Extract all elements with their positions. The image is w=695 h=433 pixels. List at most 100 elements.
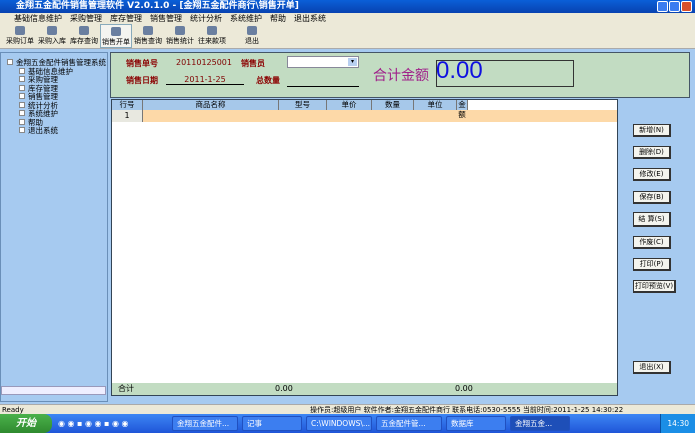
taskbar-item[interactable]: 金翔五金配件... [172, 416, 238, 431]
sales-form: 销售单号 20110125001 销售员 ▾ 销售日期 2011-1-25 总数… [110, 52, 690, 98]
toolbar-label: 销售开单 [102, 38, 130, 46]
toolbar-button[interactable]: 采购订单 [4, 24, 36, 48]
start-button[interactable]: 开始 [0, 414, 52, 433]
system-tray: 14:30 [660, 414, 695, 433]
toolbar-button[interactable]: 销售统计 [164, 24, 196, 48]
menu-item[interactable]: 采购管理 [70, 13, 102, 24]
taskbar-item[interactable]: 五金配件管... [376, 416, 442, 431]
doc-icon [19, 93, 25, 99]
menu-item[interactable]: 帮助 [270, 13, 286, 24]
row-number: 1 [112, 110, 143, 122]
toolbar-label: 采购订单 [6, 37, 34, 45]
clock: 14:30 [667, 419, 689, 428]
doc-icon [19, 67, 25, 74]
date-label: 销售日期 [126, 76, 158, 85]
qty-label: 总数量 [256, 76, 280, 85]
title-bar: 金翔五金配件销售管理软件 V2.0.1.0 - [金翔五金配件商行\销售开单] [0, 0, 695, 13]
column-header[interactable]: 型号 [279, 100, 327, 110]
add-button[interactable]: 新增(N) [633, 124, 671, 137]
checkout-button[interactable]: 结 算(S) [633, 212, 671, 227]
order-no-value: 20110125001 [176, 58, 232, 67]
nav-tree-panel: 金翔五金配件销售管理系统 基础信息维护 采购管理 库存管理 销售管理 统计分析 … [0, 52, 108, 402]
column-header[interactable]: 单价 [327, 100, 372, 110]
close-button[interactable] [681, 1, 692, 12]
cell[interactable] [143, 110, 617, 122]
doc-icon [19, 84, 25, 91]
void-button[interactable]: 作废(C) [633, 236, 671, 249]
chevron-down-icon: ▾ [348, 58, 357, 66]
taskbar-item[interactable]: 记事 [242, 416, 302, 431]
exit-icon [247, 26, 257, 35]
print-preview-button[interactable]: 打印预览(V) [633, 280, 676, 293]
salesman-select[interactable]: ▾ [287, 56, 359, 68]
tree-item[interactable]: 系统维护 [7, 109, 107, 119]
folder-icon [7, 59, 13, 65]
menu-item[interactable]: 基础信息维护 [14, 13, 62, 24]
toolbar: 采购订单 采购入库 库存查询 销售开单 销售查询 销售统计 往来款项 退出 [0, 24, 695, 49]
date-value[interactable]: 2011-1-25 [166, 75, 244, 85]
column-header[interactable]: 单位 [414, 100, 457, 110]
tool-icon [175, 26, 185, 35]
grid-footer: 合计 0.00 0.00 [112, 383, 617, 395]
maximize-button[interactable] [669, 1, 680, 12]
sales-grid[interactable]: 行号 商品名称 型号 单价 数量 单位 金额 1 [111, 99, 618, 396]
quick-launch[interactable]: ◉ ◉ ▪ ◉ ◉ ▪ ◉ ◉ [58, 419, 168, 428]
salesman-label: 销售员 [241, 59, 265, 68]
menu-item[interactable]: 退出系统 [294, 13, 326, 24]
column-header[interactable]: 行号 [112, 100, 143, 110]
edit-button[interactable]: 修改(E) [633, 168, 671, 181]
total-amount: 0.00 [436, 57, 483, 84]
menu-item[interactable]: 系统维护 [230, 13, 262, 24]
tool-icon [79, 26, 89, 35]
menu-item[interactable]: 销售管理 [150, 13, 182, 24]
toolbar-button[interactable]: 销售查询 [132, 24, 164, 48]
save-button[interactable]: 保存(B) [633, 191, 671, 204]
grid-header: 行号 商品名称 型号 单价 数量 单位 金额 [112, 100, 468, 119]
tool-icon [111, 27, 121, 36]
toolbar-button[interactable]: 库存查询 [68, 24, 100, 48]
qty-value [287, 75, 359, 87]
footer-amount: 0.00 [455, 384, 473, 393]
action-panel: 新增(N) 删除(D) 修改(E) 保存(B) 结 算(S) 作废(C) 打印(… [620, 98, 695, 402]
total-label: 合计金额 [373, 68, 429, 84]
horizontal-scrollbar[interactable] [1, 386, 106, 395]
doc-icon [19, 127, 25, 133]
delete-button[interactable]: 删除(D) [633, 146, 671, 159]
tool-icon [47, 26, 57, 35]
minimize-button[interactable] [657, 1, 668, 12]
menu-item[interactable]: 库存管理 [110, 13, 142, 24]
toolbar-button[interactable]: 销售开单 [100, 24, 132, 48]
toolbar-label: 退出 [245, 37, 259, 45]
doc-icon [19, 110, 25, 116]
doc-icon [19, 76, 25, 82]
taskbar-item[interactable]: 数据库 [446, 416, 506, 431]
column-header[interactable]: 数量 [372, 100, 414, 110]
doc-icon [19, 118, 25, 125]
column-header[interactable]: 金额 [457, 100, 468, 119]
toolbar-label: 采购入库 [38, 37, 66, 45]
taskbar: 开始 ◉ ◉ ▪ ◉ ◉ ▪ ◉ ◉ 金翔五金配件... 记事 C:\WINDO… [0, 414, 695, 433]
toolbar-button[interactable]: 采购入库 [36, 24, 68, 48]
order-no-label: 销售单号 [126, 59, 158, 68]
print-button[interactable]: 打印(P) [633, 258, 671, 271]
toolbar-button[interactable]: 退出 [236, 24, 268, 48]
toolbar-label: 销售查询 [134, 37, 162, 45]
toolbar-label: 库存查询 [70, 37, 98, 45]
menu-item[interactable]: 统计分析 [190, 13, 222, 24]
taskbar-item[interactable]: 金翔五金... [510, 416, 570, 431]
footer-label: 合计 [118, 384, 134, 393]
exit-button[interactable]: 退出(X) [633, 361, 671, 374]
toolbar-label: 往来款项 [198, 37, 226, 45]
toolbar-label: 销售统计 [166, 37, 194, 45]
footer-qty: 0.00 [275, 384, 293, 393]
menu-bar: 基础信息维护 采购管理 库存管理 销售管理 统计分析 系统维护 帮助 退出系统 [0, 13, 695, 24]
tree-item[interactable]: 退出系统 [7, 126, 107, 136]
toolbar-button[interactable]: 往来款项 [196, 24, 228, 48]
table-row[interactable]: 1 [112, 110, 617, 122]
column-header[interactable]: 商品名称 [143, 100, 279, 110]
doc-icon [19, 101, 25, 108]
taskbar-item[interactable]: C:\WINDOWS\... [306, 416, 372, 431]
window-title: 金翔五金配件销售管理软件 V2.0.1.0 - [金翔五金配件商行\销售开单] [16, 1, 299, 11]
tool-icon [207, 26, 217, 35]
tree-label: 退出系统 [28, 126, 58, 135]
